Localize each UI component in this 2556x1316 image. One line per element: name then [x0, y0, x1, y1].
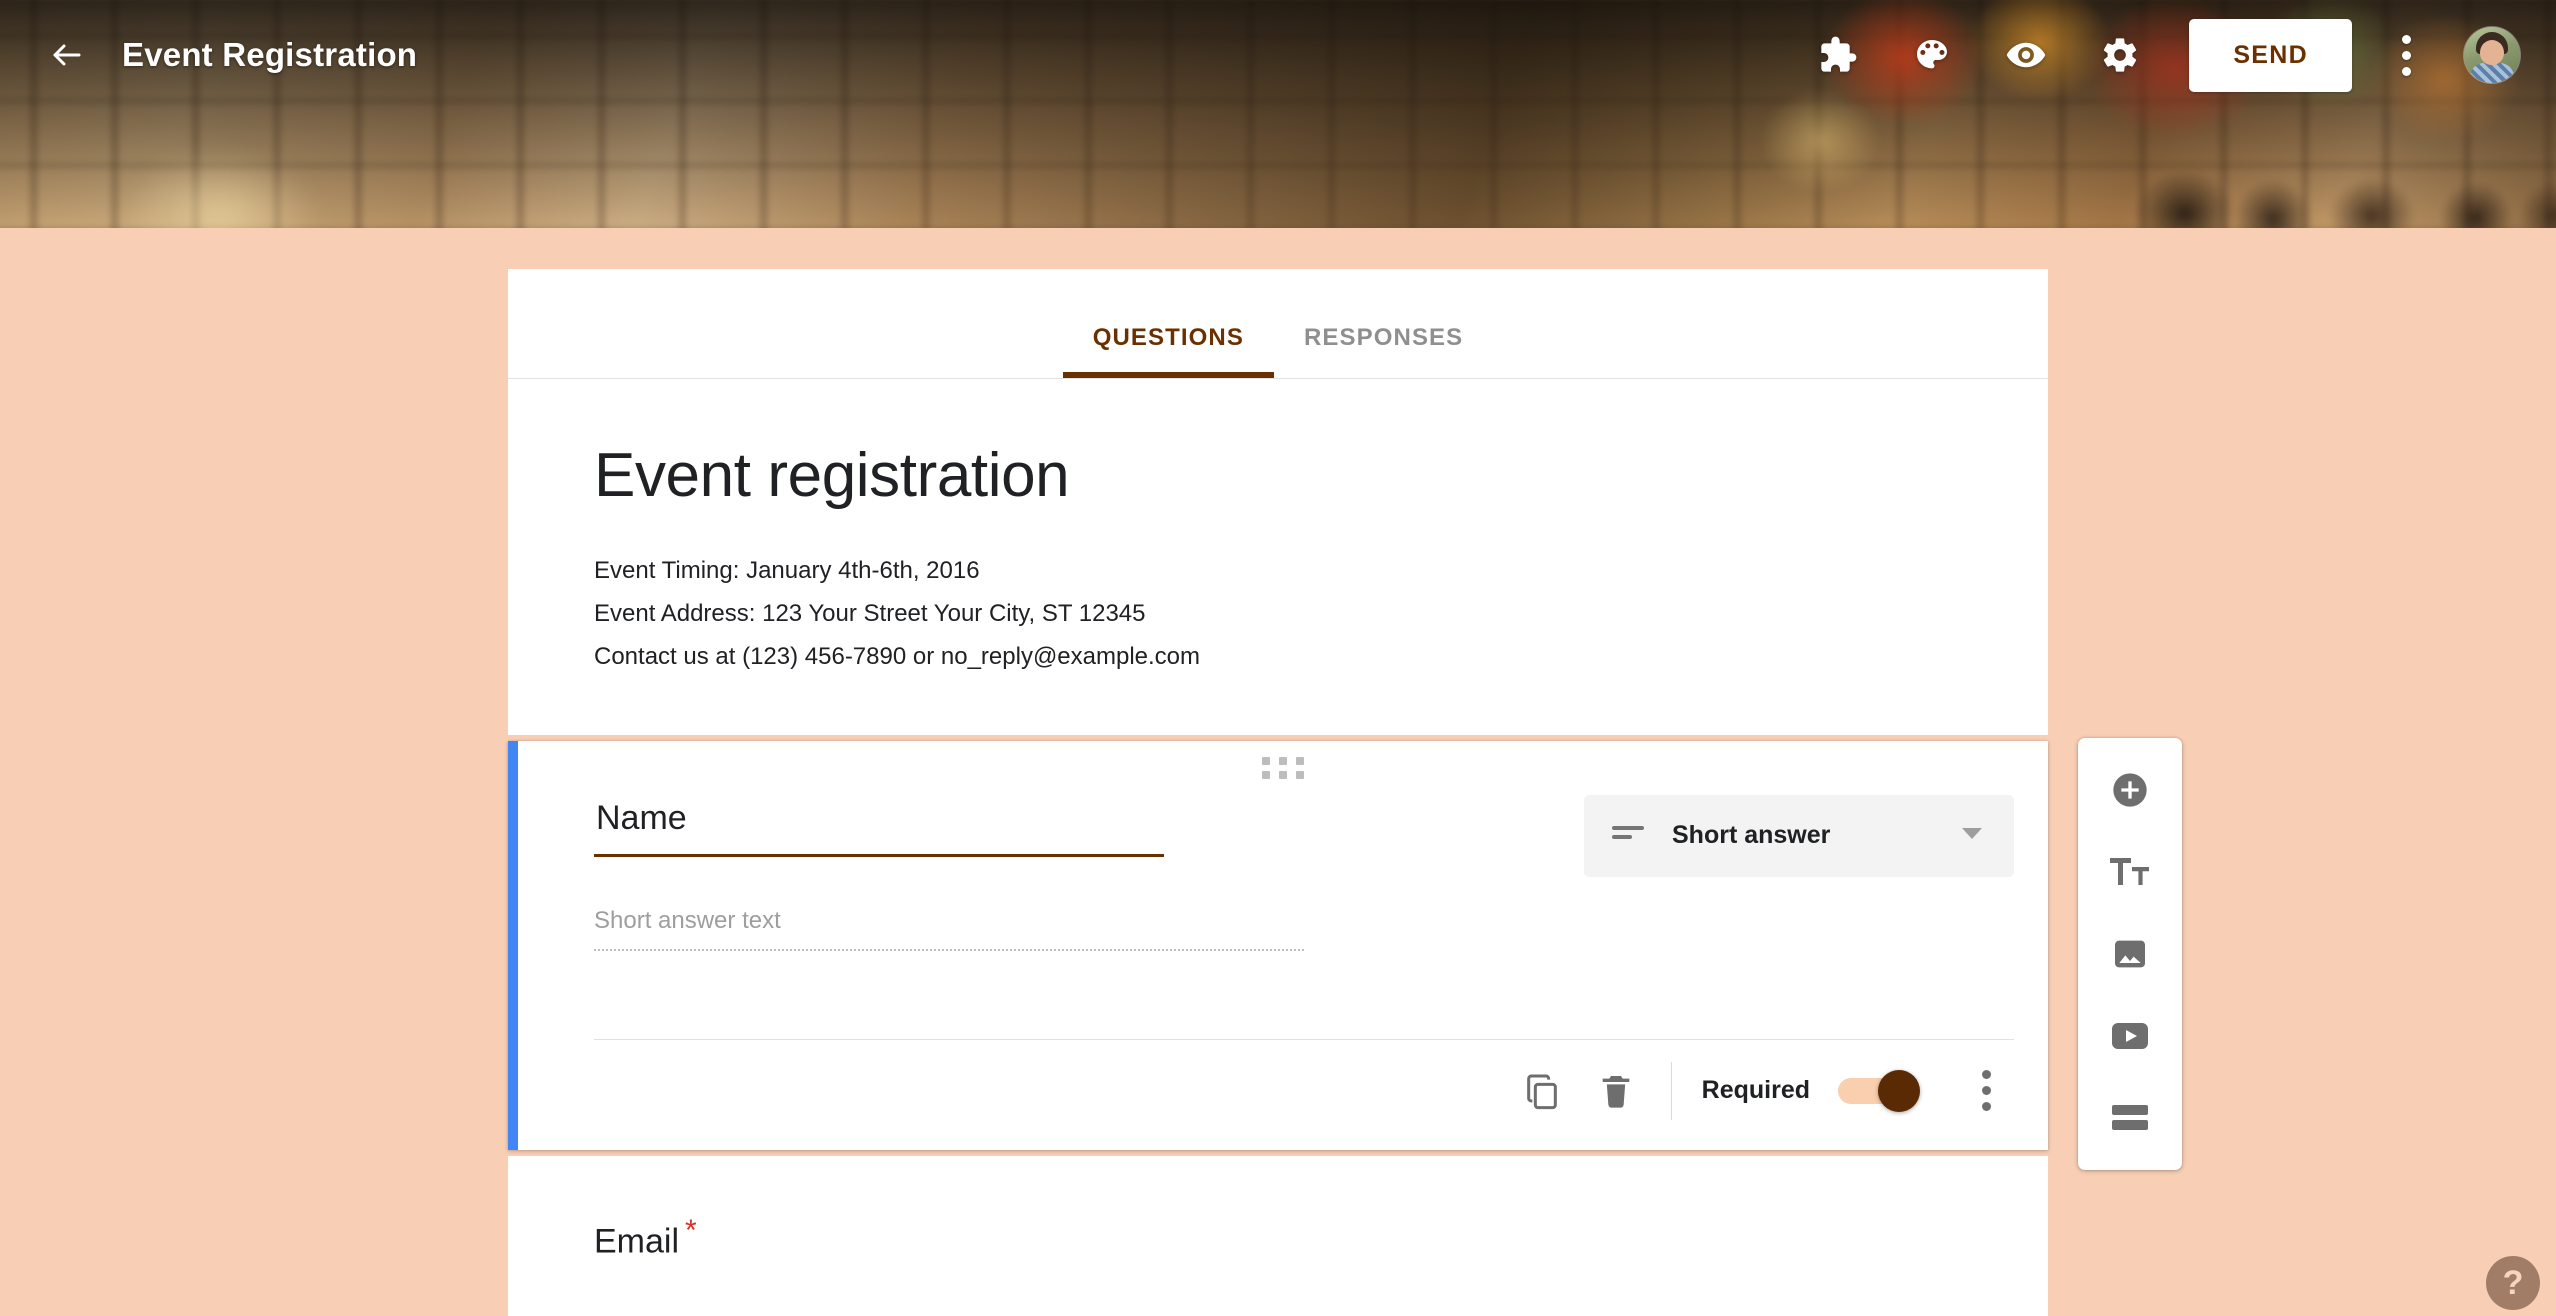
dot	[1981, 1086, 1991, 1096]
dot	[2401, 50, 2411, 60]
duplicate-icon[interactable]	[1505, 1054, 1579, 1128]
short-answer-placeholder: Short answer text	[594, 907, 1304, 951]
tab-responses[interactable]: RESPONSES	[1274, 324, 1493, 378]
question-more-options-icon[interactable]	[1958, 1054, 2014, 1128]
dot	[2401, 34, 2411, 44]
dot	[1262, 756, 1270, 765]
form-description-text[interactable]: Event Timing: January 4th-6th, 2016 Even…	[594, 550, 1962, 678]
add-question-icon[interactable]	[2099, 764, 2161, 816]
add-image-icon[interactable]	[2099, 928, 2161, 980]
appbar-overflow-menu-icon[interactable]	[2378, 24, 2434, 86]
dot	[1279, 756, 1287, 765]
question-left-column: Name Short answer text	[594, 793, 1548, 951]
avatar-body	[2470, 63, 2514, 83]
addons-puzzle-icon[interactable]	[1807, 24, 1869, 86]
form-sheet: QUESTIONS RESPONSES Event registration E…	[508, 269, 2048, 1316]
dot	[1262, 770, 1270, 779]
user-avatar[interactable]	[2464, 27, 2520, 83]
theme-palette-icon[interactable]	[1901, 24, 1963, 86]
footer-separator	[1670, 1061, 1672, 1120]
question-card-email[interactable]: Email *	[508, 1155, 2048, 1316]
dot	[1296, 770, 1304, 779]
dot	[1279, 770, 1287, 779]
toggle-thumb	[1878, 1069, 1920, 1112]
google-forms-editor: Event Registration SEND QUESTIONS RESPON…	[0, 0, 2556, 1316]
question-footer-toolbar: Required	[518, 1040, 2048, 1150]
tab-questions[interactable]: QUESTIONS	[1062, 324, 1275, 378]
required-asterisk: *	[685, 1213, 697, 1247]
dot	[1981, 1070, 1991, 1080]
question-type-dropdown[interactable]: Short answer	[1584, 794, 2014, 877]
dot	[1981, 1102, 1991, 1112]
form-file-name[interactable]: Event Registration	[122, 36, 417, 74]
avatar-face	[2480, 40, 2504, 65]
question-title-input[interactable]: Name	[594, 793, 1164, 857]
short-answer-icon	[1612, 824, 1644, 847]
question-title-email: Email *	[594, 1214, 1962, 1261]
drag-handle[interactable]	[518, 756, 2048, 779]
dot	[2401, 66, 2411, 76]
form-title-text[interactable]: Event registration	[594, 441, 1962, 510]
banner-light-glow	[120, 150, 320, 228]
help-button[interactable]: ?	[2486, 1256, 2540, 1310]
drag-dots-icon	[1262, 756, 1304, 779]
form-header-card[interactable]: Event registration Event Timing: January…	[508, 379, 2048, 735]
trash-icon[interactable]	[1579, 1054, 1653, 1128]
question-title-email-text: Email	[594, 1221, 680, 1260]
chevron-down-icon	[1960, 825, 1984, 846]
required-toggle[interactable]	[1838, 1069, 1920, 1112]
add-title-icon[interactable]	[2099, 846, 2161, 898]
add-video-icon[interactable]	[2099, 1010, 2161, 1062]
required-label: Required	[1701, 1076, 1810, 1105]
add-section-icon[interactable]	[2099, 1092, 2161, 1144]
question-type-label: Short answer	[1672, 821, 1831, 850]
preview-eye-icon[interactable]	[1995, 24, 2057, 86]
app-bar: Event Registration SEND	[0, 0, 2556, 110]
form-tabs: QUESTIONS RESPONSES	[508, 269, 2048, 379]
dot	[1296, 756, 1304, 765]
add-item-toolbar	[2078, 738, 2182, 1170]
settings-gear-icon[interactable]	[2089, 24, 2151, 86]
back-arrow-icon[interactable]	[40, 28, 94, 82]
question-card-name[interactable]: Name Short answer text Short answer Requ…	[508, 740, 2048, 1150]
send-button[interactable]: SEND	[2189, 18, 2352, 92]
